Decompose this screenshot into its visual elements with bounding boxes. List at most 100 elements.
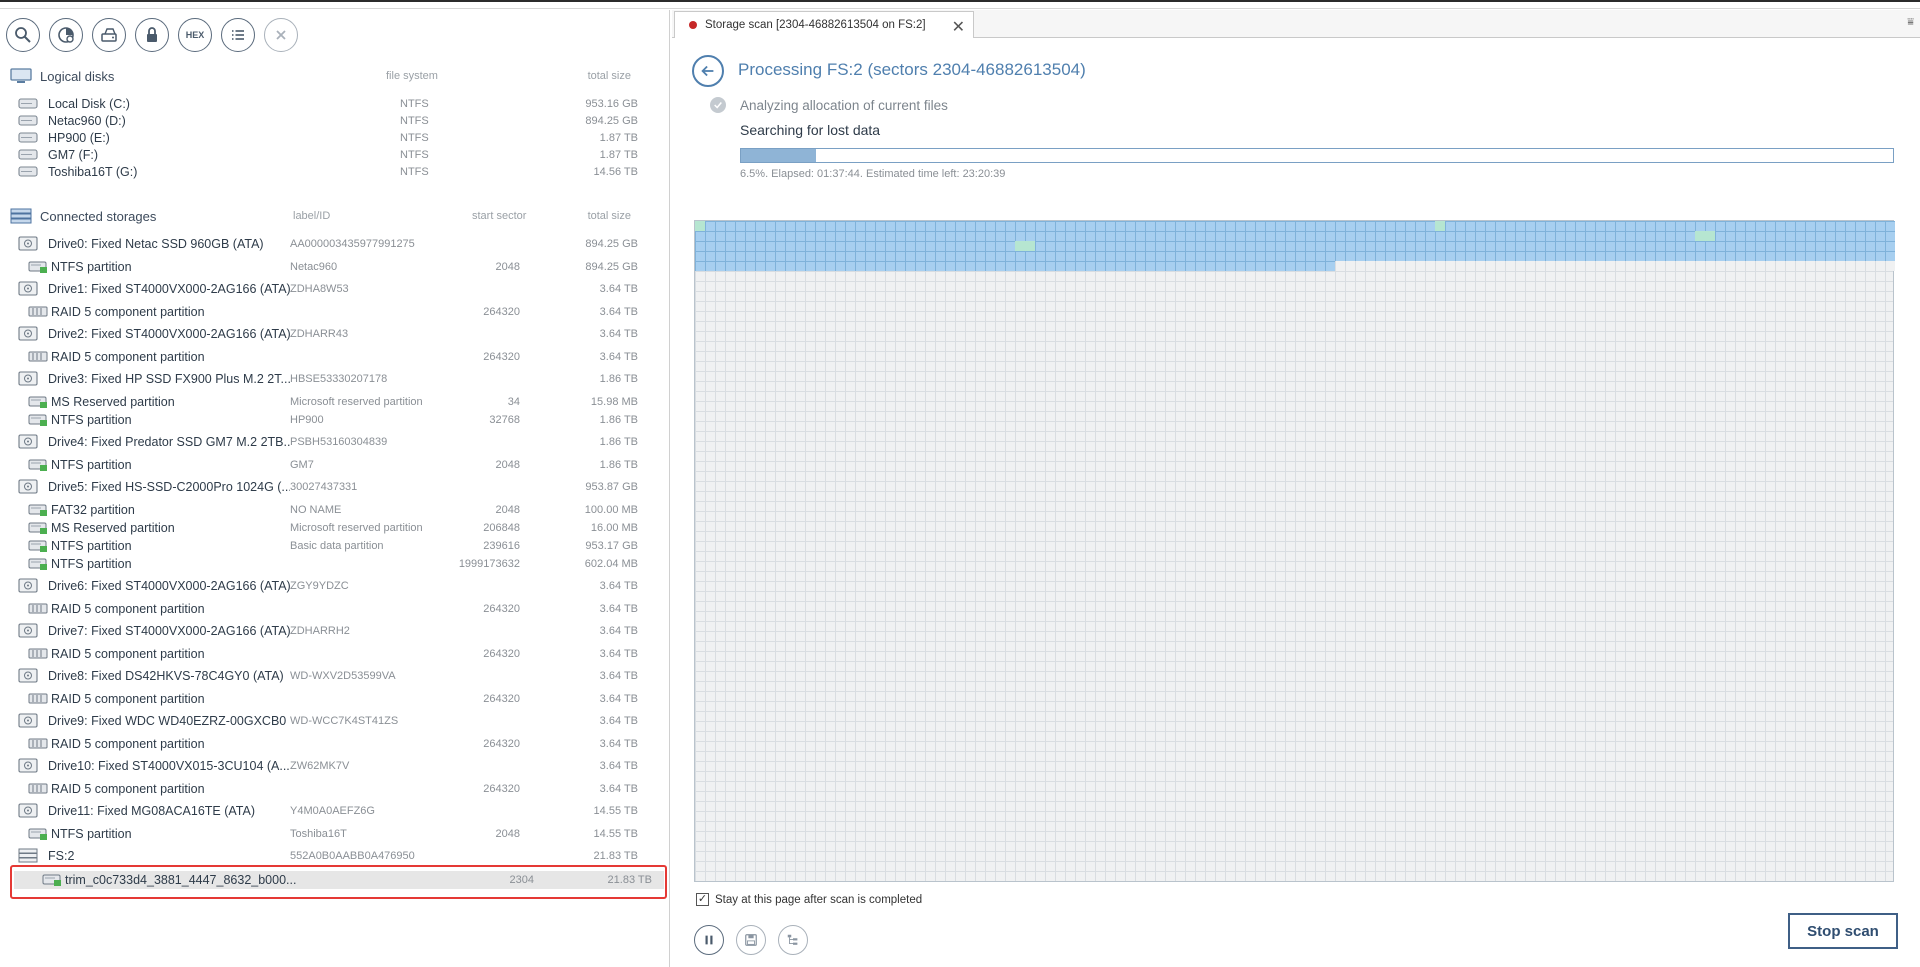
storage-name: RAID 5 component partition <box>51 647 205 661</box>
progress-status: 6.5%. Elapsed: 01:37:44. Estimated time … <box>740 168 1006 180</box>
storage-start-sector: 264320 <box>483 306 520 318</box>
tree-icon <box>787 934 798 945</box>
disk-fs: NTFS <box>400 115 429 127</box>
step-searching-label: Searching for lost data <box>740 122 881 138</box>
storage-label: ZDHARRH2 <box>290 625 350 637</box>
partition-icon <box>28 261 47 273</box>
storage-name: NTFS partition <box>51 557 132 571</box>
tree-view-button[interactable] <box>778 925 808 955</box>
drive-row[interactable]: Drive0: Fixed Netac SSD 960GB (ATA) AA000… <box>0 235 650 253</box>
pause-icon <box>705 935 713 945</box>
storage-label: NO NAME <box>290 504 342 516</box>
drive-row[interactable]: Drive1: Fixed ST4000VX000-2AG166 (ATA) ZD… <box>0 280 650 298</box>
logical-disk-row[interactable]: Local Disk (C:) NTFS 953.16 GB <box>0 95 650 113</box>
disk-name: Netac960 (D:) <box>48 114 126 128</box>
partition-row[interactable]: NTFS partition Basic data partition 239616… <box>0 537 650 555</box>
drive-row[interactable]: Drive11: Fixed MG08ACA16TE (ATA) Y4M0A0AE… <box>0 802 650 820</box>
partition-row[interactable]: NTFS partition HP900 32768 1.86 TB <box>0 411 650 429</box>
storage-name: FS:2 <box>48 849 75 863</box>
logical-disk-row[interactable]: GM7 (F:) NTFS 1.87 TB <box>0 146 650 164</box>
storage-size: 14.55 TB <box>593 828 638 840</box>
storage-size: 953.17 GB <box>585 540 638 552</box>
window-top-strip <box>0 0 1920 9</box>
partition-row[interactable]: RAID 5 component partition 264320 3.64 TB <box>0 303 650 321</box>
partition-row[interactable]: RAID 5 component partition 264320 3.64 TB <box>0 348 650 366</box>
drive-row[interactable]: Drive7: Fixed ST4000VX000-2AG166 (ATA) ZD… <box>0 622 650 640</box>
scan-button[interactable] <box>49 18 83 52</box>
partition-row[interactable]: RAID 5 component partition 264320 3.64 TB <box>0 690 650 708</box>
storage-label: HBSE53330207178 <box>290 373 388 385</box>
raid-icon <box>28 306 48 317</box>
storage-start-sector: 206848 <box>483 522 520 534</box>
partition-row[interactable]: FAT32 partition NO NAME 2048 100.00 MB <box>0 501 650 519</box>
storage-size: 894.25 GB <box>585 261 638 273</box>
partition-row[interactable]: MS Reserved partition Microsoft reserved … <box>0 519 650 537</box>
drive-row[interactable]: Drive8: Fixed DS42HKVS-78C4GY0 (ATA) WD-W… <box>0 667 650 685</box>
save-icon <box>745 934 757 946</box>
storage-name: Drive10: Fixed ST4000VX015-3CU104 (A... <box>48 759 290 773</box>
drive-row[interactable]: Drive5: Fixed HS-SSD-C2000Pro 1024G (...… <box>0 478 650 496</box>
partition-row[interactable]: RAID 5 component partition 264320 3.64 TB <box>0 645 650 663</box>
partition-row[interactable]: NTFS partition 1999173632 602.04 MB <box>0 555 650 573</box>
storage-name: Drive1: Fixed ST4000VX000-2AG166 (ATA) <box>48 282 290 296</box>
tab-menu-icon[interactable]: ⩸ <box>1907 16 1914 29</box>
check-icon <box>710 97 726 113</box>
stop-scan-button[interactable]: Stop scan <box>1788 913 1898 949</box>
hex-button[interactable]: HEX <box>178 18 212 52</box>
partition-row[interactable]: NTFS partition GM7 2048 1.86 TB <box>0 456 650 474</box>
tab-close-icon[interactable]: ✕ <box>952 17 965 37</box>
disk-image-button[interactable] <box>92 18 126 52</box>
partition-row[interactable]: NTFS partition Netac960 2048 894.25 GB <box>0 258 650 276</box>
step-analyzing: Analyzing allocation of current files <box>710 97 948 113</box>
storage-label: Netac960 <box>290 261 338 273</box>
storage-panel: HEX Logical disks file system total size… <box>0 10 670 967</box>
storage-size: 3.64 TB <box>599 603 638 615</box>
raid-icon <box>28 603 48 614</box>
disk-size: 1.87 TB <box>599 149 638 161</box>
save-button[interactable] <box>736 925 766 955</box>
scan-panel: Storage scan [2304-46882613504 on FS:2] … <box>672 10 1920 967</box>
close-button[interactable] <box>264 18 298 52</box>
selected-highlight-box <box>10 865 667 899</box>
storage-start-sector: 264320 <box>483 603 520 615</box>
back-button[interactable] <box>692 55 724 87</box>
raid-icon <box>28 648 48 659</box>
disk-icon <box>18 115 38 126</box>
tab-bar: Storage scan [2304-46882613504 on FS:2] … <box>672 10 1920 38</box>
filesystem-row[interactable]: FS:2 552A0B0AABB0A476950 21.83 TB <box>0 847 650 865</box>
logical-disk-row[interactable]: Toshiba16T (G:) NTFS 14.56 TB <box>0 163 650 181</box>
drive-row[interactable]: Drive3: Fixed HP SSD FX900 Plus M.2 2T..… <box>0 370 650 388</box>
storage-size: 1.86 TB <box>599 459 638 471</box>
storage-label: HP900 <box>290 414 324 426</box>
search-button[interactable] <box>6 18 40 52</box>
partition-row[interactable]: NTFS partition Toshiba16T 2048 14.55 TB <box>0 825 650 843</box>
logical-disk-row[interactable]: Netac960 (D:) NTFS 894.25 GB <box>0 112 650 130</box>
pause-button[interactable] <box>694 925 724 955</box>
disk-fs: NTFS <box>400 132 429 144</box>
storage-start-sector: 2048 <box>495 261 520 273</box>
partition-row[interactable]: RAID 5 component partition 264320 3.64 TB <box>0 600 650 618</box>
tab-storage-scan[interactable]: Storage scan [2304-46882613504 on FS:2] … <box>674 11 974 38</box>
partition-row[interactable]: RAID 5 component partition 264320 3.64 TB <box>0 735 650 753</box>
partition-row[interactable]: RAID 5 component partition 264320 3.64 TB <box>0 780 650 798</box>
raid-icon <box>28 783 48 794</box>
storage-name: FAT32 partition <box>51 503 135 517</box>
col-start-sector: start sector <box>472 210 527 222</box>
stay-checkbox[interactable]: ✓ <box>696 893 709 906</box>
drive-row[interactable]: Drive2: Fixed ST4000VX000-2AG166 (ATA) ZD… <box>0 325 650 343</box>
stay-on-page-option[interactable]: ✓ Stay at this page after scan is comple… <box>696 893 922 906</box>
partition-row[interactable]: MS Reserved partition Microsoft reserved … <box>0 393 650 411</box>
raid-icon <box>28 351 48 362</box>
drive-icon <box>18 713 38 728</box>
drive-row[interactable]: Drive10: Fixed ST4000VX015-3CU104 (A... Z… <box>0 757 650 775</box>
storage-size: 3.64 TB <box>599 783 638 795</box>
storage-label: ZDHARR43 <box>290 328 349 340</box>
lock-button[interactable] <box>135 18 169 52</box>
drive-row[interactable]: Drive4: Fixed Predator SSD GM7 M.2 2TB..… <box>0 433 650 451</box>
list-button[interactable] <box>221 18 255 52</box>
scan-map <box>694 220 1895 882</box>
logical-disk-row[interactable]: HP900 (E:) NTFS 1.87 TB <box>0 129 650 147</box>
drive-row[interactable]: Drive9: Fixed WDC WD40EZRZ-00GXCB0 ... WD… <box>0 712 650 730</box>
step-analyzing-label: Analyzing allocation of current files <box>740 97 948 113</box>
drive-row[interactable]: Drive6: Fixed ST4000VX000-2AG166 (ATA) ZG… <box>0 577 650 595</box>
